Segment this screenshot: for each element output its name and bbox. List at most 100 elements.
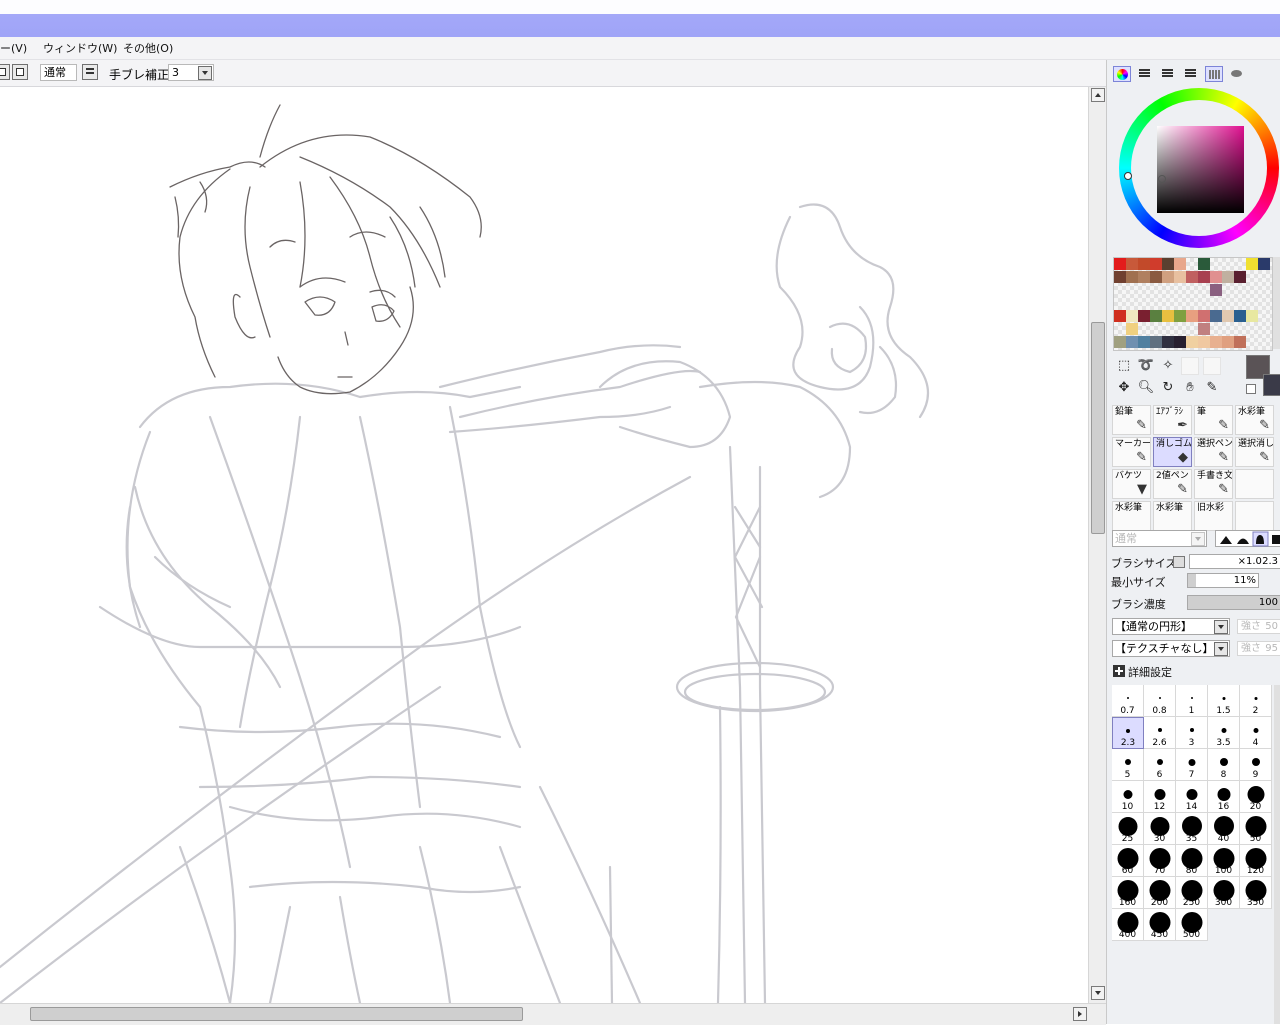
tool-watercolor2[interactable]: 水彩筆 <box>1112 501 1151 531</box>
brush-size-preset[interactable]: 3.5 <box>1208 717 1240 749</box>
brush-size-slider[interactable]: ×1.0 2.3 <box>1189 554 1280 569</box>
tool-binary-pen[interactable]: 2値ペン ✎ <box>1153 469 1192 499</box>
tool-old-watercolor[interactable]: 旧水彩 <box>1194 501 1233 531</box>
brush-size-preset[interactable]: 10 <box>1112 781 1144 813</box>
color-swatch[interactable] <box>1126 271 1138 283</box>
color-swatch[interactable] <box>1246 258 1258 270</box>
brush-size-preset[interactable]: 0.8 <box>1144 685 1176 717</box>
color-swatch[interactable] <box>1150 258 1162 270</box>
magic-wand-icon[interactable]: ✧ <box>1159 357 1177 375</box>
color-swatch[interactable] <box>1114 310 1126 322</box>
vertical-scroll-thumb[interactable] <box>1091 322 1105 534</box>
hsv-slider-icon[interactable] <box>1159 66 1177 82</box>
tool-watercolor[interactable]: 水彩筆 ✎ <box>1235 405 1274 435</box>
color-swatch[interactable] <box>1138 310 1150 322</box>
brush-size-preset[interactable]: 50 <box>1240 813 1272 845</box>
color-swatch[interactable] <box>1162 271 1174 283</box>
brush-size-preset[interactable]: 70 <box>1144 845 1176 877</box>
color-swatch[interactable] <box>1186 336 1198 348</box>
brush-size-preset[interactable]: 16 <box>1208 781 1240 813</box>
color-swatch[interactable] <box>1114 258 1126 270</box>
history-icon[interactable] <box>1182 66 1200 82</box>
zoom-icon[interactable]: 🔍︎ <box>1137 379 1155 397</box>
color-swatch[interactable] <box>1198 323 1210 335</box>
brush-size-preset[interactable]: 350 <box>1240 877 1272 909</box>
brush-size-preset[interactable]: 450 <box>1144 909 1176 941</box>
brush-size-preset[interactable]: 80 <box>1176 845 1208 877</box>
brush-mode-select[interactable]: 通常 <box>1112 530 1207 547</box>
color-swatch[interactable] <box>1162 310 1174 322</box>
color-swatch[interactable] <box>1234 271 1246 283</box>
scroll-up-button[interactable] <box>1091 88 1105 102</box>
texture-strength-slider[interactable]: 強さ 95 <box>1237 641 1280 656</box>
color-swatch[interactable] <box>1174 310 1186 322</box>
color-swatch[interactable] <box>1126 323 1138 335</box>
brush-size-preset[interactable]: 40 <box>1208 813 1240 845</box>
color-swatch[interactable] <box>1210 336 1222 348</box>
tool-watercolor3[interactable]: 水彩筆 <box>1153 501 1192 531</box>
color-swatch[interactable] <box>1126 336 1138 348</box>
tool-select-erase[interactable]: 選択消し ✎ <box>1235 437 1274 467</box>
brush-size-preset[interactable]: 7 <box>1176 749 1208 781</box>
color-swatch[interactable] <box>1150 310 1162 322</box>
color-swatch[interactable] <box>1222 336 1234 348</box>
brush-size-preset[interactable]: 1 <box>1176 685 1208 717</box>
brush-size-preset[interactable]: 0.7 <box>1112 685 1144 717</box>
brush-size-preset[interactable]: 5 <box>1112 749 1144 781</box>
menu-window[interactable]: ウィンドウ(W) <box>43 40 117 56</box>
swatch-grid-icon[interactable] <box>1205 66 1223 82</box>
brush-size-preset[interactable]: 100 <box>1208 845 1240 877</box>
color-swatch[interactable] <box>1234 336 1246 348</box>
color-swatch[interactable] <box>1114 336 1126 348</box>
tool-handwriting[interactable]: 手書き文 ✎ <box>1194 469 1233 499</box>
brush-size-preset[interactable]: 2.6 <box>1144 717 1176 749</box>
brush-size-preset[interactable]: 1.5 <box>1208 685 1240 717</box>
brush-size-preset[interactable]: 30 <box>1144 813 1176 845</box>
color-swatch[interactable] <box>1234 310 1246 322</box>
option-toggle-button[interactable] <box>0 64 10 80</box>
scroll-down-button[interactable] <box>1091 986 1105 1000</box>
color-swatch[interactable] <box>1114 271 1126 283</box>
color-swatch[interactable] <box>1150 336 1162 348</box>
brush-shape-select[interactable]: 【通常の円形】 <box>1112 618 1230 635</box>
horizontal-scroll-thumb[interactable] <box>30 1007 523 1021</box>
brush-size-preset[interactable]: 60 <box>1112 845 1144 877</box>
brush-size-preset[interactable]: 120 <box>1240 845 1272 877</box>
brush-size-preset[interactable]: 2 <box>1240 685 1272 717</box>
saturation-value-box[interactable] <box>1157 126 1244 213</box>
color-wheel-icon[interactable] <box>1113 66 1131 82</box>
color-swatch[interactable] <box>1198 258 1210 270</box>
color-swatch[interactable] <box>1174 336 1186 348</box>
brush-size-preset[interactable]: 400 <box>1112 909 1144 941</box>
color-swatch[interactable] <box>1138 271 1150 283</box>
move-icon[interactable]: ✥ <box>1115 379 1133 397</box>
brush-size-preset[interactable]: 35 <box>1176 813 1208 845</box>
brush-size-preset[interactable]: 9 <box>1240 749 1272 781</box>
tool-marker[interactable]: マーカー ✎ <box>1112 437 1151 467</box>
color-swatch[interactable] <box>1222 310 1234 322</box>
brush-size-preset[interactable]: 500 <box>1176 909 1208 941</box>
brush-size-preset[interactable]: 300 <box>1208 877 1240 909</box>
min-size-slider[interactable]: 11% <box>1187 573 1259 588</box>
shape-strength-slider[interactable]: 強さ 50 <box>1237 619 1280 634</box>
color-swatch[interactable] <box>1162 258 1174 270</box>
brush-size-preset[interactable]: 3 <box>1176 717 1208 749</box>
sub-color-swatch[interactable] <box>1263 374 1280 396</box>
rotate-icon[interactable]: ↻ <box>1159 379 1177 397</box>
chevron-down-icon[interactable] <box>198 66 212 80</box>
horizontal-scrollbar[interactable] <box>0 1003 1106 1025</box>
color-swatch[interactable] <box>1174 271 1186 283</box>
brush-size-preset[interactable]: 25 <box>1112 813 1144 845</box>
brush-size-preset[interactable]: 20 <box>1240 781 1272 813</box>
hand-icon[interactable]: ✋︎ <box>1181 379 1199 397</box>
brush-tip-shape-buttons[interactable] <box>1215 530 1280 547</box>
color-swatch[interactable] <box>1246 310 1258 322</box>
color-swatch[interactable] <box>1138 336 1150 348</box>
color-swatch[interactable] <box>1126 258 1138 270</box>
layer-option-button[interactable] <box>82 64 98 80</box>
swatch-scrollbar[interactable] <box>1273 257 1280 349</box>
scratchpad-icon[interactable] <box>1228 66 1246 82</box>
size-lock-icon[interactable] <box>1173 556 1185 568</box>
color-swatch[interactable] <box>1210 271 1222 283</box>
color-swatch[interactable] <box>1210 284 1222 296</box>
